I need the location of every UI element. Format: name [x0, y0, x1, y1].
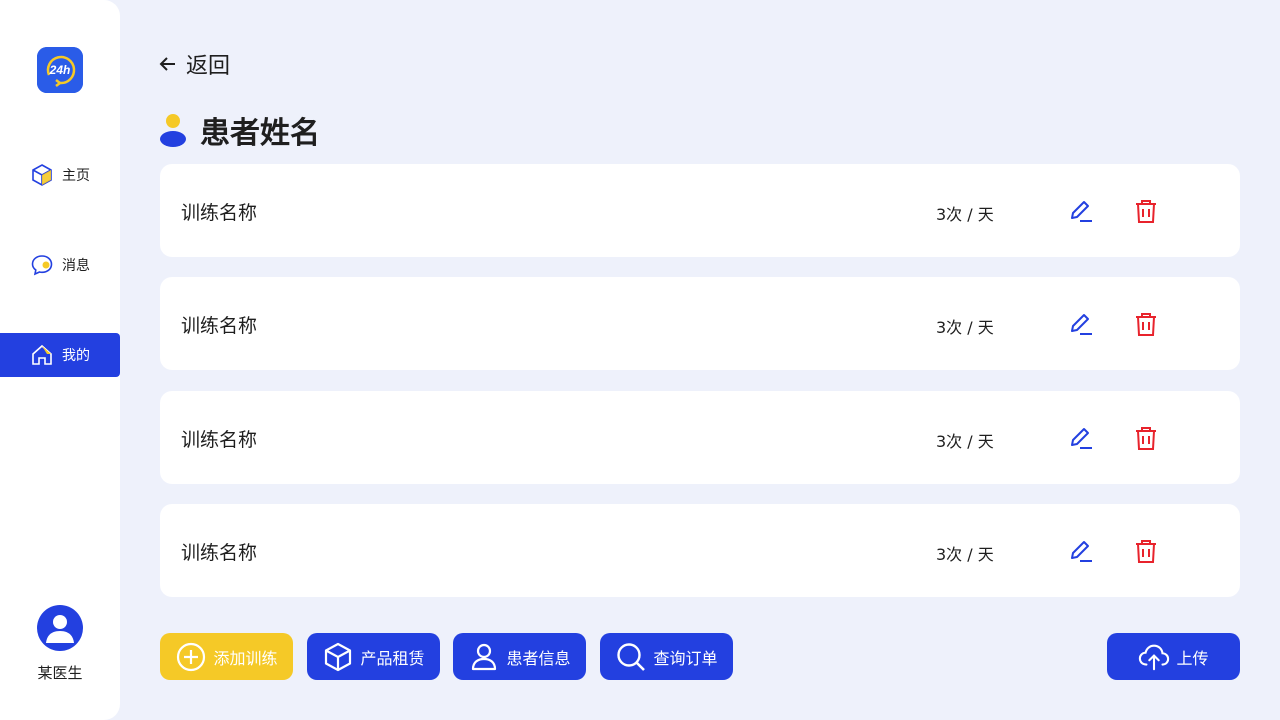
sidebar: 24h 主页 消息 我的 某医生	[0, 0, 120, 720]
patient-header: 患者姓名	[160, 110, 320, 151]
cloud-upload-icon	[1138, 641, 1170, 673]
sidebar-item-messages[interactable]: 消息	[0, 243, 120, 287]
app-logo[interactable]: 24h	[37, 47, 83, 93]
patient-icon	[160, 112, 188, 148]
training-name: 训练名称	[181, 429, 258, 451]
back-label: 返回	[186, 54, 231, 79]
training-card: 训练名称 3次 / 天	[160, 504, 1240, 597]
patient-info-button[interactable]: 患者信息	[453, 633, 586, 680]
doctor-avatar[interactable]	[37, 605, 83, 651]
training-frequency: 3次 / 天	[936, 205, 994, 224]
plus-circle-icon	[175, 641, 207, 673]
query-orders-button[interactable]: 查询订单	[600, 633, 733, 680]
chat-icon	[30, 253, 54, 277]
training-name: 训练名称	[181, 542, 258, 564]
product-rental-label: 产品租赁	[360, 648, 425, 668]
delete-icon[interactable]	[1132, 424, 1160, 452]
sidebar-item-label: 我的	[62, 348, 90, 364]
edit-icon[interactable]	[1066, 537, 1094, 565]
training-card: 训练名称 3次 / 天	[160, 391, 1240, 484]
training-name: 训练名称	[181, 315, 258, 337]
delete-icon[interactable]	[1132, 537, 1160, 565]
training-frequency: 3次 / 天	[936, 545, 994, 564]
training-card: 训练名称 3次 / 天	[160, 164, 1240, 257]
product-rental-button[interactable]: 产品租赁	[307, 633, 440, 680]
back-button[interactable]: 返回	[158, 50, 231, 79]
doctor-name: 某医生	[37, 664, 83, 682]
home-icon	[30, 343, 54, 367]
search-icon	[615, 641, 647, 673]
edit-icon[interactable]	[1066, 310, 1094, 338]
delete-icon[interactable]	[1132, 310, 1160, 338]
add-training-button[interactable]: 添加训练	[160, 633, 293, 680]
page-title: 患者姓名	[200, 116, 320, 151]
sidebar-item-me[interactable]: 我的	[0, 333, 120, 377]
edit-icon[interactable]	[1066, 424, 1094, 452]
clock-24h-icon: 24h	[37, 47, 83, 93]
edit-icon[interactable]	[1066, 197, 1094, 225]
upload-label: 上传	[1176, 648, 1209, 668]
training-name: 训练名称	[181, 202, 258, 224]
query-orders-label: 查询订单	[653, 648, 718, 668]
user-icon	[468, 641, 500, 673]
training-frequency: 3次 / 天	[936, 432, 994, 451]
training-frequency: 3次 / 天	[936, 318, 994, 337]
sidebar-item-label: 主页	[62, 168, 90, 184]
upload-button[interactable]: 上传	[1107, 633, 1240, 680]
box-icon	[322, 641, 354, 673]
delete-icon[interactable]	[1132, 197, 1160, 225]
box-icon	[30, 163, 54, 187]
sidebar-item-label: 消息	[62, 258, 90, 274]
add-training-label: 添加训练	[213, 648, 278, 668]
svg-text:24h: 24h	[49, 63, 71, 77]
user-icon	[46, 615, 74, 643]
sidebar-item-home[interactable]: 主页	[0, 153, 120, 197]
arrow-left-icon	[158, 53, 180, 75]
training-card: 训练名称 3次 / 天	[160, 277, 1240, 370]
patient-info-label: 患者信息	[506, 648, 571, 668]
